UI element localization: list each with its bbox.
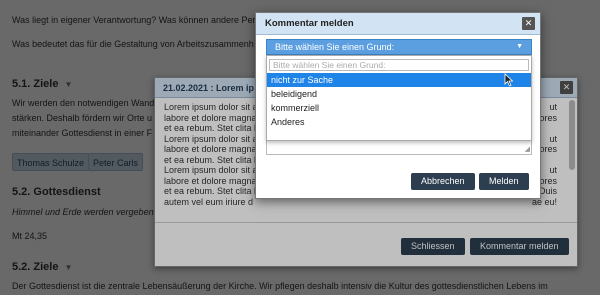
resize-handle-icon[interactable]: ◢ bbox=[525, 146, 530, 153]
mouse-cursor-icon bbox=[504, 73, 514, 87]
option-item[interactable]: nicht zur Sache bbox=[267, 73, 531, 87]
dialog-title-bar: Kommentar melden ✕ bbox=[256, 13, 540, 35]
option-item[interactable]: beleidigend bbox=[267, 87, 531, 101]
reason-select[interactable]: Bitte wählen Sie einen Grund: ▼ bbox=[266, 39, 532, 55]
dropdown-search-input[interactable]: Bitte wählen Sie einen Grund: bbox=[269, 59, 529, 71]
close-icon[interactable]: ✕ bbox=[522, 17, 535, 30]
dialog-title: Kommentar melden bbox=[265, 18, 354, 29]
submit-button[interactable]: Melden bbox=[479, 173, 529, 190]
select-value: Bitte wählen Sie einen Grund: bbox=[275, 42, 395, 52]
chevron-down-icon: ▼ bbox=[516, 43, 523, 50]
reason-dropdown: Bitte wählen Sie einen Grund: nicht zur … bbox=[266, 55, 532, 141]
option-item[interactable]: Anderes bbox=[267, 115, 531, 129]
report-dialog: Kommentar melden ✕ ◢ Bitte wählen Sie ei… bbox=[255, 12, 541, 199]
cancel-button[interactable]: Abbrechen bbox=[411, 173, 475, 190]
option-item[interactable]: kommerziell bbox=[267, 101, 531, 115]
